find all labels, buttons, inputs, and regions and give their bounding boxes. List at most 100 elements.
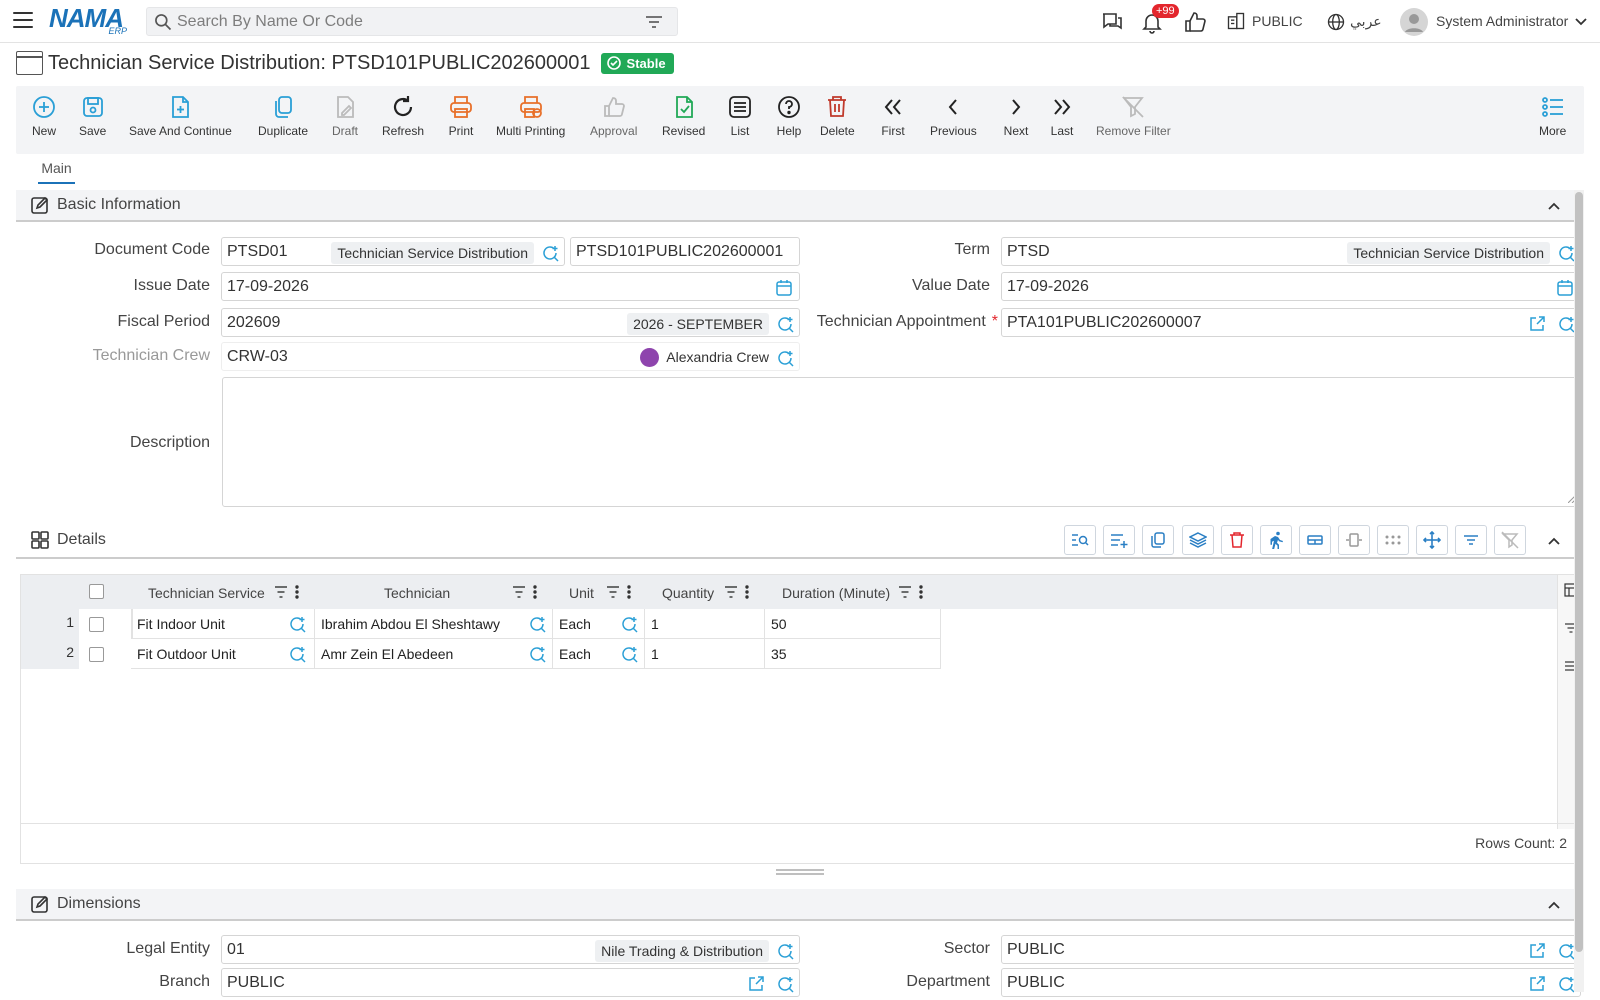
lookup-icon[interactable] [620,615,638,633]
external-link-icon[interactable] [747,975,765,993]
cell-unit[interactable]: Each [553,609,645,639]
lookup-icon[interactable] [541,244,559,262]
last-button[interactable]: Last [1049,94,1075,138]
lookup-icon[interactable] [528,645,546,663]
column-filter-menu-icon[interactable] [275,585,303,599]
lookup-icon[interactable] [288,645,306,663]
external-link-icon[interactable] [1528,315,1546,333]
grid-options-button[interactable] [1377,525,1409,555]
approval-button[interactable]: Approval [590,94,637,138]
column-header-duration[interactable]: Duration (Minute) [782,585,890,601]
branch-label[interactable]: PUBLIC [1252,13,1303,29]
save-button[interactable]: Save [79,94,106,138]
column-header-technician-service[interactable]: Technician Service [148,585,265,601]
chevron-up-icon[interactable] [1546,533,1562,549]
delete-button[interactable]: Delete [820,94,855,138]
term-field[interactable]: PTSD Technician Service Distribution [1001,237,1581,266]
first-button[interactable]: First [880,94,906,138]
calendar-icon[interactable] [1556,279,1574,297]
chevron-down-icon[interactable] [1574,15,1588,29]
move-button[interactable] [1416,525,1448,555]
external-link-icon[interactable] [1528,942,1546,960]
delete-rows-button[interactable] [1221,525,1253,555]
cell-duration[interactable]: 35 [765,639,941,669]
dimensions-header[interactable]: Dimensions [16,889,1584,921]
row-checkbox[interactable] [89,617,104,632]
table-row[interactable]: 2 Fit Outdoor Unit Amr Zein El Abedeen E… [21,639,941,669]
list-button[interactable]: List [727,94,753,138]
filter-icon[interactable] [645,14,663,30]
search-input[interactable] [177,12,645,31]
lookup-icon[interactable] [776,315,794,333]
technician-appointment-field[interactable]: PTA101PUBLIC202600007 [1001,308,1581,337]
user-name[interactable]: System Administrator [1436,13,1568,29]
document-code-field[interactable]: PTSD01 Technician Service Distribution [221,237,565,266]
previous-button[interactable]: Previous [930,94,977,138]
column-filter-menu-icon[interactable] [899,585,927,599]
cell-quantity[interactable]: 1 [645,609,765,639]
run-button[interactable] [1260,525,1292,555]
cell-unit[interactable]: Each [553,639,645,669]
description-textarea[interactable] [222,377,1580,507]
language-switch[interactable]: عربي [1350,13,1382,30]
value-date-field[interactable]: 17-09-2026 [1001,272,1581,301]
lookup-icon[interactable] [288,615,306,633]
branch-field[interactable]: PUBLIC [221,968,800,997]
save-and-continue-button[interactable]: Save And Continue [129,94,232,138]
copy-rows-button[interactable] [1142,525,1174,555]
next-button[interactable]: Next [1003,94,1029,138]
lookup-icon[interactable] [776,975,794,993]
filter-button[interactable] [1455,525,1487,555]
cell-technician-service[interactable]: Fit Indoor Unit [131,609,315,639]
lookup-icon[interactable] [620,645,638,663]
chevron-up-icon[interactable] [1546,198,1562,214]
new-button[interactable]: New [31,94,57,138]
lookup-icon[interactable] [1557,975,1575,993]
cell-technician[interactable]: Ibrahim Abdou El Sheshtawy [315,609,553,639]
lookup-icon[interactable] [528,615,546,633]
lookup-icon[interactable] [1557,315,1575,333]
basic-information-header[interactable]: Basic Information [16,190,1584,222]
lookup-icon[interactable] [1557,942,1575,960]
chat-icon[interactable] [1100,10,1124,34]
lookup-icon[interactable] [776,942,794,960]
select-all-checkbox[interactable] [89,584,104,599]
calendar-icon[interactable] [775,279,793,297]
group-button[interactable] [1299,525,1331,555]
legal-entity-field[interactable]: 01 Nile Trading & Distribution [221,935,800,964]
column-header-technician[interactable]: Technician [384,585,450,601]
add-row-button[interactable] [1103,525,1135,555]
revised-button[interactable]: Revised [662,94,705,138]
issue-date-field[interactable]: 17-09-2026 [221,272,800,301]
column-header-quantity[interactable]: Quantity [662,585,714,601]
column-header-unit[interactable]: Unit [569,585,594,601]
column-filter-menu-icon[interactable] [607,585,635,599]
draft-button[interactable]: Draft [332,94,358,138]
duplicate-button[interactable]: Duplicate [258,94,308,138]
avatar[interactable] [1400,8,1428,36]
sector-field[interactable]: PUBLIC [1001,935,1581,964]
multi-printing-button[interactable]: Multi Printing [496,94,565,138]
layers-button[interactable] [1182,525,1214,555]
thumbs-up-icon[interactable] [1183,10,1207,34]
resize-drag-handle-icon[interactable] [776,868,824,876]
lookup-icon[interactable] [1557,244,1575,262]
table-row[interactable]: 1 Fit Indoor Unit Ibrahim Abdou El Shesh… [21,609,941,639]
print-button[interactable]: Print [448,94,474,138]
document-number-field[interactable]: PTSD101PUBLIC202600001 [570,237,800,266]
column-filter-menu-icon[interactable] [513,585,541,599]
department-field[interactable]: PUBLIC [1001,968,1581,997]
external-link-icon[interactable] [1528,975,1546,993]
logo[interactable]: NAMA ERP [49,5,131,37]
cell-technician[interactable]: Amr Zein El Abedeen [315,639,553,669]
refresh-button[interactable]: Refresh [382,94,424,138]
lookup-icon[interactable] [776,349,794,367]
more-button[interactable]: More [1539,94,1566,138]
search-rows-button[interactable] [1064,525,1096,555]
page-scrollbar-thumb[interactable] [1575,192,1583,952]
fit-columns-button[interactable] [1338,525,1370,555]
help-button[interactable]: Help [776,94,802,138]
remove-filter-button[interactable]: Remove Filter [1096,94,1171,138]
column-filter-menu-icon[interactable] [725,585,753,599]
clear-filter-button[interactable] [1494,525,1526,555]
